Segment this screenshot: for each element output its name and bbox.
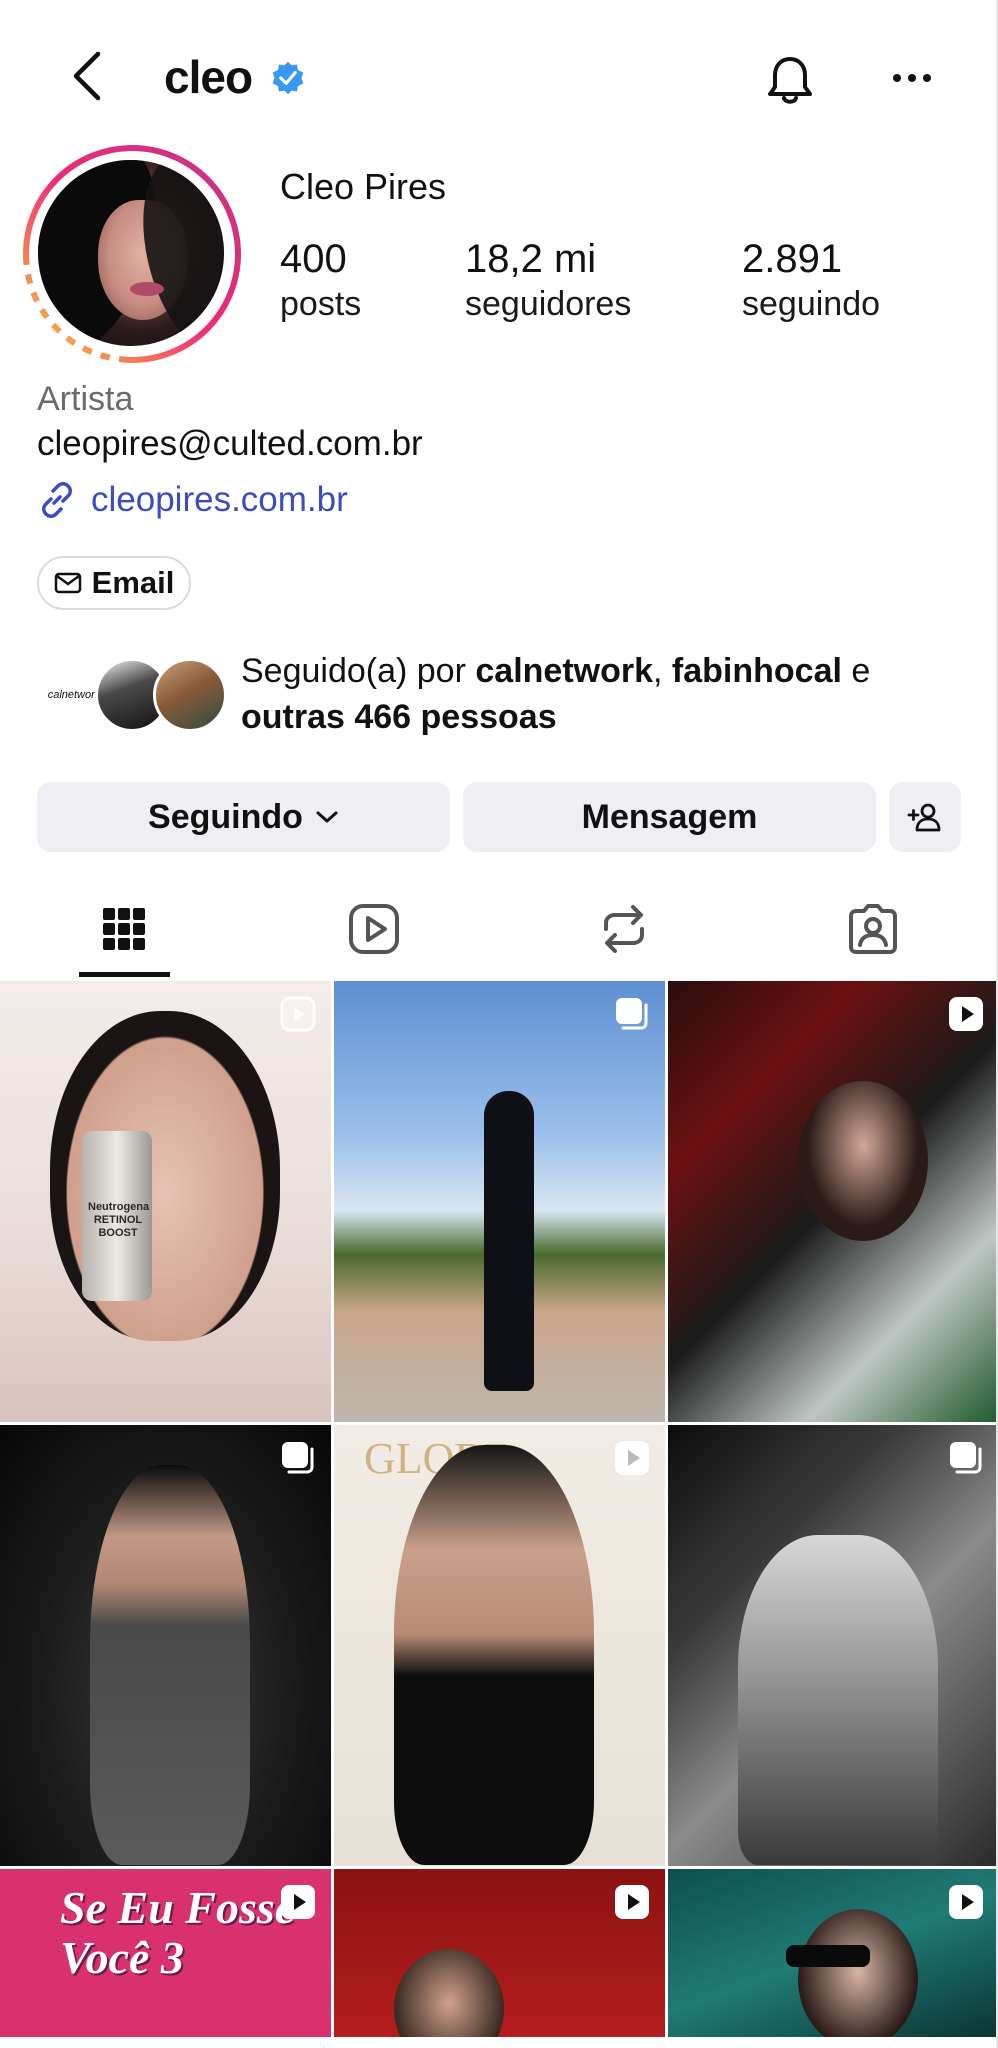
tab-tagged[interactable] — [813, 880, 933, 978]
followed-user-2[interactable]: fabinhocal — [672, 652, 842, 690]
post-thumbnail[interactable] — [668, 1869, 998, 2037]
reel-icon — [280, 996, 316, 1032]
avatar — [153, 658, 227, 732]
email-button-label: Email — [91, 565, 175, 600]
reel-icon — [949, 997, 983, 1031]
post-thumbnail[interactable]: GLOBE — [334, 1425, 665, 1866]
followed-others[interactable]: outras 466 pessoas — [241, 698, 557, 736]
profile-header: cleo — [0, 0, 998, 150]
suggested-users-button[interactable] — [889, 782, 961, 852]
avatar-text: calnetwork — [47, 689, 101, 701]
followed-user-1[interactable]: calnetwork — [475, 652, 653, 690]
repost-icon — [604, 905, 644, 953]
stat-posts[interactable]: 400 posts — [280, 236, 361, 326]
more-options-button[interactable] — [884, 56, 940, 100]
add-person-icon — [907, 803, 941, 832]
tab-reels[interactable] — [314, 880, 434, 978]
stat-label: posts — [280, 285, 362, 323]
chevron-down-icon — [316, 811, 338, 823]
followed-separator: , — [653, 652, 672, 690]
followed-prefix: Seguido(a) por — [241, 652, 476, 690]
bell-icon — [768, 57, 812, 104]
tagged-icon — [849, 904, 897, 954]
profile-full-name: Cleo Pires — [280, 166, 447, 207]
email-button[interactable]: Email — [37, 556, 191, 610]
mutual-followers-avatars[interactable]: calnetwork — [37, 654, 227, 734]
reel-icon — [281, 1885, 315, 1919]
message-button[interactable]: Mensagem — [463, 782, 876, 852]
tab-grid[interactable] — [64, 880, 184, 978]
profile-category: Artista — [37, 380, 134, 418]
carousel-icon — [282, 1442, 314, 1474]
profile-username: cleo — [164, 51, 253, 103]
active-tab-indicator — [79, 972, 170, 977]
chevron-left-icon — [73, 51, 101, 101]
bio-link[interactable]: cleopires.com.br — [37, 480, 348, 520]
reel-icon — [615, 1441, 649, 1475]
stat-value: 2.891 — [742, 237, 843, 281]
bio-email-text: cleopires@culted.com.br — [37, 424, 423, 463]
stat-label: seguindo — [742, 285, 881, 323]
stat-following[interactable]: 2.891 seguindo — [742, 236, 880, 326]
reel-icon — [949, 1885, 983, 1919]
post-caption-text: Neutrogena RETINOL BOOST — [88, 1201, 150, 1239]
stat-label: seguidores — [465, 285, 632, 323]
post-thumbnail[interactable] — [334, 981, 665, 1422]
carousel-icon — [616, 998, 648, 1030]
post-thumbnail[interactable] — [0, 1425, 331, 1866]
envelope-icon — [54, 572, 81, 594]
stat-followers[interactable]: 18,2 mi seguidores — [465, 236, 631, 326]
post-thumbnail[interactable]: Neutrogena RETINOL BOOST — [0, 981, 331, 1422]
carousel-icon — [950, 1442, 982, 1474]
post-thumbnail[interactable]: Se Eu Fosse Você 3 — [0, 1869, 331, 2037]
ellipsis-icon — [893, 74, 931, 82]
back-button[interactable] — [62, 48, 112, 104]
reels-icon — [349, 904, 399, 954]
profile-avatar[interactable] — [38, 160, 224, 346]
followed-conjunction: e — [841, 652, 871, 690]
reel-icon — [615, 1885, 649, 1919]
tab-reposts[interactable] — [564, 880, 684, 978]
following-button[interactable]: Seguindo — [37, 782, 450, 852]
post-thumbnail[interactable] — [668, 981, 998, 1422]
following-button-label: Seguindo — [148, 797, 303, 836]
stat-value: 400 — [280, 237, 347, 281]
profile-tabs — [0, 880, 998, 980]
bio-link-text[interactable]: cleopires.com.br — [91, 480, 348, 520]
stat-value: 18,2 mi — [465, 237, 597, 281]
post-thumbnail[interactable] — [334, 1869, 665, 2037]
mutual-followers-text[interactable]: Seguido(a) por calnetwork, fabinhocal e … — [241, 648, 961, 740]
notifications-button[interactable] — [758, 50, 822, 110]
post-thumbnail[interactable] — [668, 1425, 998, 1866]
grid-icon — [103, 908, 145, 950]
verified-badge-icon — [272, 61, 304, 95]
link-icon — [42, 482, 72, 518]
message-button-label: Mensagem — [581, 797, 758, 836]
